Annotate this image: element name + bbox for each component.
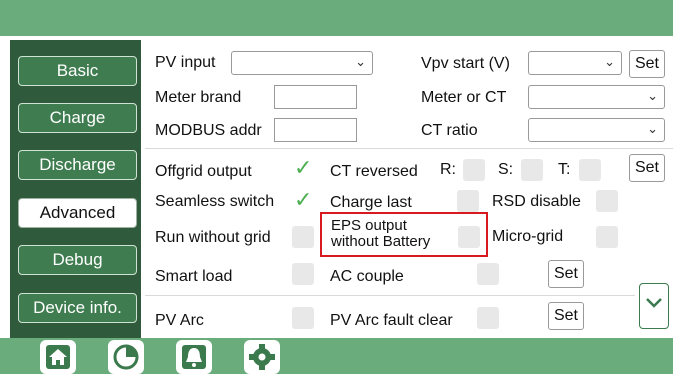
- run-without-grid-label: Run without grid: [155, 229, 271, 246]
- ct-r-checkbox[interactable]: [463, 159, 485, 181]
- modbus-addr-input[interactable]: [274, 118, 357, 142]
- meter-or-ct-label: Meter or CT: [421, 89, 507, 106]
- check-icon: ✓: [294, 187, 313, 212]
- ct-ratio-label: CT ratio: [421, 122, 478, 139]
- home-button[interactable]: [40, 340, 76, 374]
- smart-load-checkbox[interactable]: [292, 263, 314, 285]
- pv-arc-fault-clear-set-button[interactable]: Set: [548, 302, 584, 330]
- ct-r-label: R:: [440, 161, 456, 178]
- offgrid-output-checkbox[interactable]: ✓: [292, 155, 314, 181]
- check-icon: ✓: [294, 155, 313, 180]
- pv-arc-label: PV Arc: [155, 312, 204, 329]
- ac-couple-checkbox[interactable]: [477, 263, 499, 285]
- ct-ratio-select[interactable]: ⌄: [528, 118, 665, 142]
- micro-grid-label: Micro-grid: [492, 228, 564, 245]
- pv-input-label: PV input: [155, 54, 216, 71]
- micro-grid-checkbox[interactable]: [596, 226, 618, 248]
- meter-brand-input[interactable]: [274, 85, 357, 109]
- smart-load-label: Smart load: [155, 268, 233, 285]
- seamless-switch-checkbox[interactable]: ✓: [292, 187, 314, 213]
- scroll-down-button[interactable]: [639, 283, 669, 329]
- ct-t-checkbox[interactable]: [579, 159, 601, 181]
- settings-icon: [249, 344, 275, 370]
- sidebar-item-device-info[interactable]: Device info.: [18, 293, 137, 323]
- divider: [145, 295, 635, 296]
- vpv-start-set-button[interactable]: Set: [629, 50, 665, 78]
- modbus-addr-label: MODBUS addr: [155, 122, 262, 139]
- ct-reversed-set-button[interactable]: Set: [629, 154, 665, 182]
- charge-last-label: Charge last: [330, 194, 412, 211]
- chevron-down-icon: ⌄: [647, 88, 658, 103]
- offgrid-output-label: Offgrid output: [155, 163, 252, 180]
- bottom-bar: [0, 338, 673, 374]
- seamless-switch-label: Seamless switch: [155, 193, 275, 210]
- ac-couple-set-button[interactable]: Set: [548, 260, 584, 288]
- statistics-button[interactable]: [108, 340, 144, 374]
- charge-last-checkbox[interactable]: [457, 190, 479, 212]
- divider: [145, 148, 673, 149]
- pv-arc-fault-clear-label: PV Arc fault clear: [330, 312, 453, 329]
- ct-t-label: T:: [558, 161, 571, 178]
- chart-icon: [113, 344, 139, 370]
- sidebar-item-charge[interactable]: Charge: [18, 103, 137, 133]
- run-without-grid-checkbox[interactable]: [292, 226, 314, 248]
- chevron-down-icon: ⌄: [604, 54, 615, 69]
- top-bar: [0, 0, 673, 36]
- rsd-disable-checkbox[interactable]: [596, 190, 618, 212]
- settings-button[interactable]: [244, 340, 280, 374]
- chevron-down-icon: ⌄: [647, 121, 658, 136]
- pv-arc-checkbox[interactable]: [292, 307, 314, 329]
- alarm-button[interactable]: [176, 340, 212, 374]
- ct-reversed-label: CT reversed: [330, 163, 418, 180]
- sidebar-item-debug[interactable]: Debug: [18, 245, 137, 275]
- home-icon: [46, 345, 70, 369]
- pv-arc-fault-clear-checkbox[interactable]: [477, 307, 499, 329]
- rsd-disable-label: RSD disable: [492, 193, 581, 210]
- meter-brand-label: Meter brand: [155, 89, 242, 106]
- sidebar-item-basic[interactable]: Basic: [18, 56, 137, 86]
- pv-input-select[interactable]: ⌄: [231, 51, 373, 75]
- vpv-start-label: Vpv start (V): [421, 55, 510, 72]
- ac-couple-label: AC couple: [330, 268, 404, 285]
- alarm-icon: [182, 345, 206, 369]
- chevron-down-icon: ⌄: [355, 54, 366, 69]
- ct-s-checkbox[interactable]: [521, 159, 543, 181]
- vpv-start-select[interactable]: ⌄: [528, 51, 622, 75]
- sidebar-item-discharge[interactable]: Discharge: [18, 150, 137, 180]
- sidebar-item-advanced[interactable]: Advanced: [18, 198, 137, 228]
- chevron-down-icon: [646, 298, 662, 308]
- ct-s-label: S:: [498, 161, 514, 178]
- highlight-box: [320, 212, 488, 257]
- meter-or-ct-select[interactable]: ⌄: [528, 85, 665, 109]
